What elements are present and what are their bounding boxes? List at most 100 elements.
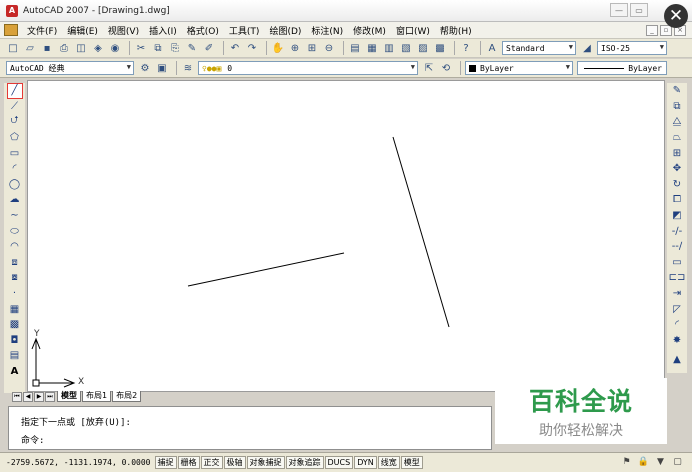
menu-insert[interactable]: 插入(I) (144, 24, 182, 37)
new-file-icon[interactable]: □ (6, 41, 20, 55)
paste-icon[interactable]: ⎘ (168, 41, 182, 55)
ellipse-arc-icon[interactable]: ◠ (7, 239, 23, 255)
tool-palettes-icon[interactable]: ▥ (382, 41, 396, 55)
menu-view[interactable]: 视图(V) (103, 24, 144, 37)
snap-toggle[interactable]: 捕捉 (154, 456, 177, 469)
menu-format[interactable]: 格式(O) (182, 24, 224, 37)
workspace-save-icon[interactable]: ▣ (155, 61, 169, 75)
insert-block-icon[interactable]: ⧈ (7, 255, 23, 271)
otrack-toggle[interactable]: 对象追踪 (285, 456, 324, 469)
array-icon[interactable]: ⊞ (669, 145, 685, 161)
erase-icon[interactable]: ✎ (669, 83, 685, 99)
workspace-select[interactable]: AutoCAD 经典 ▼ (6, 61, 134, 75)
drawing-canvas[interactable]: Y X (27, 80, 665, 392)
clean-screen-icon[interactable]: ▢ (671, 456, 684, 468)
ellipse-icon[interactable]: ⬭ (7, 223, 23, 239)
undo-icon[interactable]: ↶ (228, 41, 242, 55)
move-icon[interactable]: ✥ (669, 161, 685, 177)
region-icon[interactable]: ◘ (7, 333, 23, 349)
ortho-toggle[interactable]: 正交 (200, 456, 223, 469)
multiline-text-icon[interactable]: A (7, 364, 23, 380)
dyn-toggle[interactable]: DYN (354, 456, 377, 469)
scale-icon[interactable]: ⧠ (669, 192, 685, 208)
block-editor-icon[interactable]: ✐ (202, 41, 216, 55)
revision-cloud-icon[interactable]: ☁ (7, 192, 23, 208)
match-properties-icon[interactable]: ✎ (185, 41, 199, 55)
menu-dimension[interactable]: 标注(N) (306, 24, 348, 37)
prev-tab-icon[interactable]: ◀ (23, 391, 33, 402)
minimize-button[interactable]: — (610, 3, 628, 17)
tab-layout1[interactable]: 布局1 (82, 391, 112, 402)
make-block-icon[interactable]: ⧇ (7, 270, 23, 286)
scroll-up-icon[interactable]: ▲ (669, 352, 685, 368)
break-icon[interactable]: ⊏⊐ (669, 270, 686, 286)
maximize-button[interactable]: ▭ (630, 3, 648, 17)
osnap-toggle[interactable]: 对象捕捉 (246, 456, 285, 469)
markup-icon[interactable]: ▨ (416, 41, 430, 55)
explode-icon[interactable]: ✸ (669, 333, 685, 349)
first-tab-icon[interactable]: ⏮ (12, 391, 22, 402)
tab-layout2[interactable]: 布局2 (112, 391, 142, 402)
zoom-window-icon[interactable]: ⊞ (305, 41, 319, 55)
polygon-icon[interactable]: ⬠ (7, 130, 23, 146)
rectangle-icon[interactable]: ▭ (7, 145, 23, 161)
color-select[interactable]: ByLayer ▼ (465, 61, 573, 75)
linetype-select[interactable]: ByLayer (577, 61, 667, 75)
table-icon[interactable]: ▤ (7, 348, 23, 364)
menu-edit[interactable]: 编辑(E) (62, 24, 103, 37)
cut-icon[interactable]: ✂ (134, 41, 148, 55)
line-icon[interactable]: ╱ (6, 83, 23, 99)
dim-style-select[interactable]: ISO-25 ▼ (597, 41, 667, 55)
drawn-line-1[interactable] (187, 252, 345, 287)
tab-model[interactable]: 模型 (57, 391, 81, 402)
command-prompt[interactable]: 命令: (21, 433, 44, 446)
save-icon[interactable]: ▪ (40, 41, 54, 55)
copy-icon[interactable]: ⧉ (669, 99, 685, 115)
grid-toggle[interactable]: 栅格 (177, 456, 200, 469)
extend-icon[interactable]: --∕ (669, 239, 685, 255)
menu-file[interactable]: 文件(F) (22, 24, 62, 37)
fillet-icon[interactable]: ◜ (669, 317, 685, 333)
help-icon[interactable]: ? (459, 41, 473, 55)
spline-icon[interactable]: ∼ (7, 208, 23, 224)
circle-icon[interactable]: ◯ (7, 177, 23, 193)
coordinate-readout[interactable]: -2759.5672, -1131.1974, 0.0000 (6, 458, 151, 467)
polyline-icon[interactable]: ⮍ (7, 114, 23, 130)
zoom-realtime-icon[interactable]: ⊕ (288, 41, 302, 55)
properties-icon[interactable]: ▤ (348, 41, 362, 55)
mirror-icon[interactable]: ⧋ (669, 114, 685, 130)
arc-icon[interactable]: ◜ (7, 161, 23, 177)
print-preview-icon[interactable]: ◫ (74, 41, 88, 55)
workspace-settings-icon[interactable]: ⚙ (138, 61, 152, 75)
text-style-select[interactable]: Standard ▼ (502, 41, 576, 55)
menu-tools[interactable]: 工具(T) (224, 24, 265, 37)
rotate-icon[interactable]: ↻ (669, 177, 685, 193)
close-icon[interactable]: ✕ (664, 4, 688, 28)
menu-help[interactable]: 帮助(H) (435, 24, 477, 37)
zoom-previous-icon[interactable]: ⊖ (322, 41, 336, 55)
layer-manager-icon[interactable]: ≋ (181, 61, 195, 75)
layer-select[interactable]: ♀●●▣ 0 ▼ (198, 61, 418, 75)
publish-icon[interactable]: ◈ (91, 41, 105, 55)
break-point-icon[interactable]: ▭ (669, 255, 685, 271)
menu-window[interactable]: 窗口(W) (391, 24, 435, 37)
layer-previous-icon[interactable]: ⟲ (439, 61, 453, 75)
sheet-set-icon[interactable]: ▧ (399, 41, 413, 55)
copy-icon[interactable]: ⧉ (151, 41, 165, 55)
design-center-icon[interactable]: ▦ (365, 41, 379, 55)
next-tab-icon[interactable]: ▶ (34, 391, 44, 402)
model-toggle[interactable]: 模型 (400, 456, 423, 469)
ducs-toggle[interactable]: DUCS (324, 456, 354, 469)
chamfer-icon[interactable]: ◸ (669, 301, 685, 317)
open-file-icon[interactable]: ▱ (23, 41, 37, 55)
lock-icon[interactable]: 🔒 (637, 456, 650, 468)
chevron-down-icon[interactable]: ▼ (654, 456, 667, 468)
pan-icon[interactable]: ✋ (271, 41, 285, 55)
command-window[interactable]: 指定下一点或 [放弃(U)]: 命令: (8, 406, 492, 450)
lineweight-toggle[interactable]: 线宽 (377, 456, 400, 469)
polar-toggle[interactable]: 极轴 (223, 456, 246, 469)
make-layer-current-icon[interactable]: ⇱ (422, 61, 436, 75)
hatch-icon[interactable]: ▦ (7, 301, 23, 317)
construction-line-icon[interactable]: ⟋ (7, 99, 23, 115)
point-icon[interactable]: · (7, 286, 23, 302)
